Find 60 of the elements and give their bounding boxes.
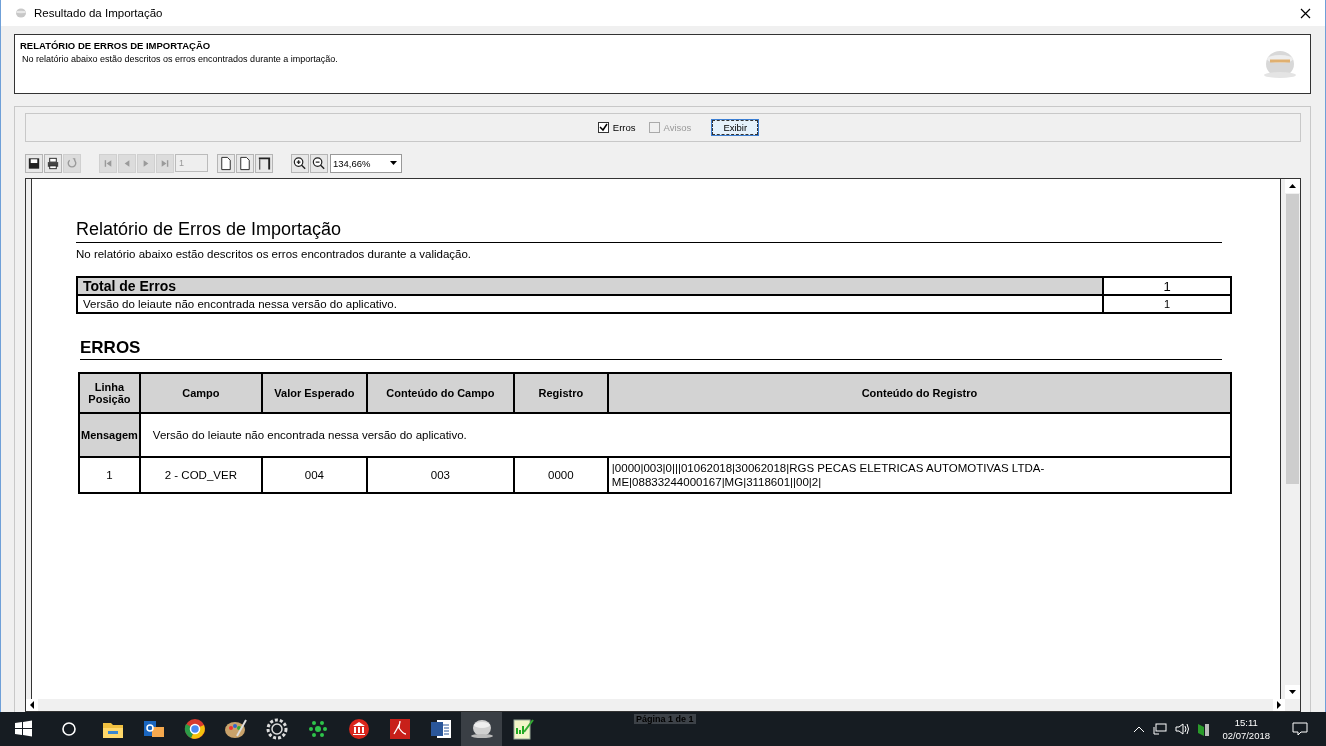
scroll-up-icon[interactable] [1285, 179, 1300, 193]
clock-date[interactable]: 02/07/2018 [1222, 729, 1270, 742]
table-cell: Versão do leiaute não encontrada nessa versão do aplicativo. [139, 413, 1231, 457]
close-icon[interactable] [1300, 7, 1311, 19]
checkbox-label: Erros [612, 122, 636, 133]
save-button[interactable] [25, 153, 43, 173]
vertical-scrollbar[interactable] [1285, 179, 1300, 699]
chevron-up-icon[interactable] [1133, 725, 1146, 733]
table-header-cell: 1 [1103, 277, 1231, 295]
scroll-right-icon[interactable] [1273, 699, 1285, 711]
page-icon [218, 154, 234, 172]
horizontal-scrollbar[interactable] [26, 699, 1285, 711]
checkbox[interactable] [597, 122, 609, 133]
page-count-text: Página 1 de 1 [634, 714, 696, 724]
page-button[interactable] [236, 153, 254, 173]
report-title: Relatório de Erros de Importação [76, 219, 1222, 243]
globe-icon [15, 8, 27, 18]
check-icon [598, 123, 608, 132]
network-icon[interactable] [1153, 723, 1168, 735]
header-title: RELATÓRIO DE ERROS DE IMPORTAÇÃO [20, 40, 212, 51]
taskbar-button[interactable] [461, 712, 502, 746]
checkbox-label: Avisos [663, 122, 692, 133]
volume-icon[interactable] [1175, 723, 1191, 735]
column-header: Campo [139, 373, 262, 413]
report-description: No relatório abaixo estão descritos os erros encontrados durante a validação. [76, 248, 473, 260]
scroll-down-icon[interactable] [1285, 685, 1300, 699]
app-tray-icon[interactable] [1198, 722, 1211, 736]
page-button[interactable] [217, 153, 235, 173]
table-header-cell: Total de Erros [77, 277, 1103, 295]
scroll-left-icon[interactable] [26, 699, 38, 711]
printer-button[interactable] [44, 153, 62, 173]
table-cell: 2 - COD_VER [139, 457, 262, 493]
dropdown-arrow-icon [390, 161, 397, 165]
table-cell: 0000 [513, 457, 608, 493]
zoom-in-button[interactable] [291, 153, 309, 173]
table-cell: 1 [1103, 295, 1231, 313]
table-header-cell: Mensagem [79, 413, 140, 457]
zoom-dropdown[interactable]: 134,66% [330, 153, 402, 173]
zoom-out-icon [311, 154, 327, 172]
page-icon [237, 154, 253, 172]
page-layout-button[interactable] [255, 153, 273, 173]
clock-time[interactable]: 15:11 [1234, 716, 1258, 729]
column-header: Conteúdo do Registro [607, 373, 1231, 413]
table-cell: 004 [261, 457, 367, 493]
zoom-out-button[interactable] [310, 153, 328, 173]
column-header: Conteúdo do Campo [366, 373, 514, 413]
show-button[interactable]: Exibir [712, 120, 759, 135]
page-layout-icon [256, 154, 272, 172]
section-title: ERROS [80, 338, 1222, 360]
header-description: No relatório abaixo estão descritos os erros encontrados durante a importação. [21, 54, 339, 64]
column-header: Registro [513, 373, 608, 413]
column-header: Valor Esperado [261, 373, 367, 413]
table-cell: 003 [366, 457, 514, 493]
table-cell: 1 [79, 457, 140, 493]
table-cell: |0000|003|0|||01062018|30062018|RGS PECAS ELETRICAS AUTOMOTIVAS LTDA-ME|08833244000167|MG|3118601||00|2| [607, 457, 1231, 493]
zoom-in-icon [292, 154, 308, 172]
window-title: Resultado da Importação [34, 7, 163, 19]
table-cell: Versão do leiaute não encontrada nessa versão do aplicativo. [77, 295, 1103, 313]
notifications-icon[interactable] [1292, 722, 1308, 736]
column-header: Linha Posição [79, 373, 140, 413]
